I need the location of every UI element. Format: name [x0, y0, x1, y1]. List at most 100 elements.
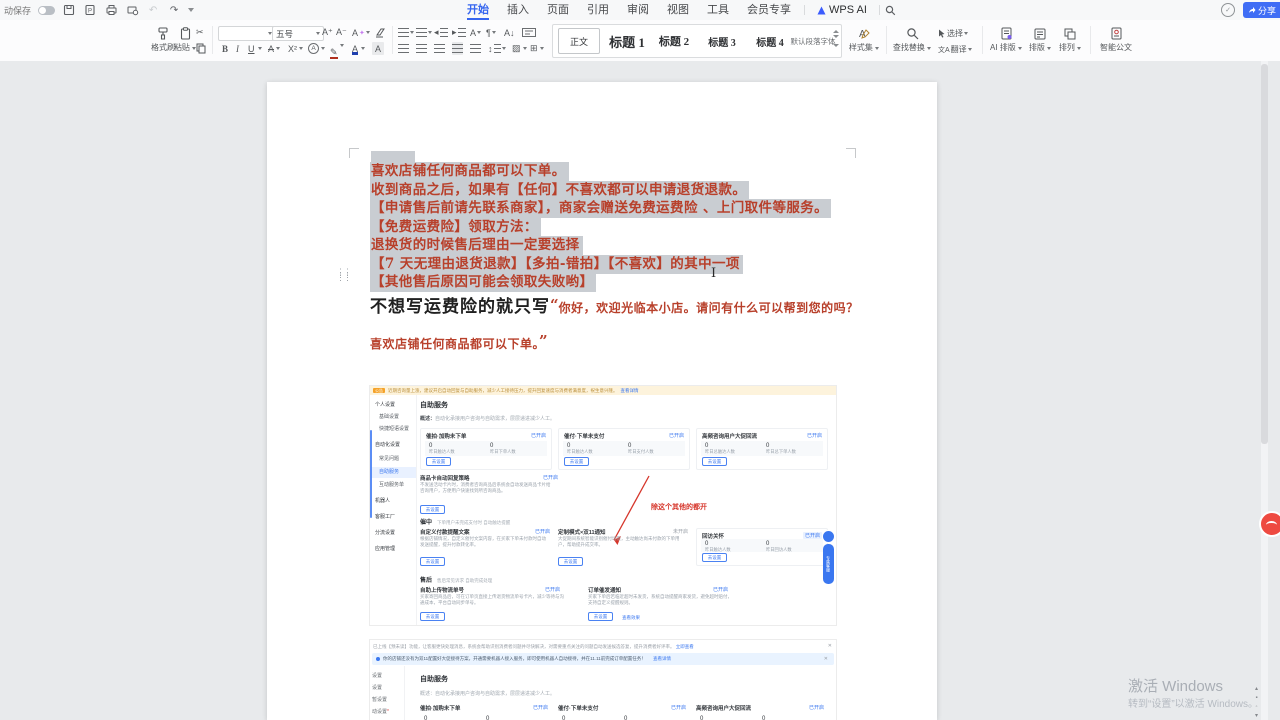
tab-view[interactable]: 视图 — [658, 0, 698, 20]
wps-ai-logo-icon — [817, 6, 826, 15]
tab-wps-ai[interactable]: WPS AI — [809, 4, 875, 16]
promo-float-button[interactable] — [1259, 511, 1280, 537]
scroll-up-icon[interactable]: ▴ — [1255, 686, 1258, 692]
font-size-combobox[interactable]: 五号 — [272, 26, 324, 41]
tab-tools[interactable]: 工具 — [698, 0, 738, 20]
char-shading-icon[interactable]: A — [372, 42, 384, 55]
selected-text-line: 【申请售后前请先联系商家】，商家会赠送免费运费险 、上门取件等服务。 — [370, 200, 831, 217]
smart-doc-button[interactable]: 智能公文 — [1096, 24, 1136, 53]
style-heading4[interactable]: 标题 4 — [749, 25, 791, 57]
close-icon: ✕ — [824, 656, 828, 662]
undo-icon[interactable]: ↶ — [146, 3, 160, 17]
card-desc: 买家下单后若临近超时未发货，系统自动提醒商家发货，避免超时赔付，支持自定义提醒规… — [588, 594, 734, 606]
distribute-icon[interactable] — [470, 42, 481, 55]
service-card: 定制模式×双11通知 未开启 大促期间系统智能识别催付场景，主动触达尚未付款的下… — [558, 528, 688, 566]
align-right-icon[interactable] — [434, 42, 445, 55]
quick-access-chevron-icon[interactable] — [188, 8, 194, 12]
numbered-list-icon[interactable] — [416, 26, 432, 39]
arrange-button[interactable]: 排列 — [1056, 24, 1084, 53]
share-button[interactable]: 分享 — [1243, 2, 1280, 18]
tab-home[interactable]: 开始 — [458, 0, 498, 20]
justify-icon[interactable] — [452, 42, 463, 55]
print-icon[interactable] — [104, 3, 118, 17]
font-name-combobox[interactable] — [218, 26, 276, 41]
borders-icon[interactable]: ⊞ — [530, 42, 544, 55]
arrange-icon — [1056, 24, 1084, 40]
align-left-icon[interactable] — [398, 42, 409, 55]
card-setup-button: 去设置 — [702, 457, 727, 466]
char-spacing-icon[interactable]: A — [470, 26, 481, 39]
card-title: 订单催发通知 — [588, 586, 621, 594]
embedded-screenshot-admin-2[interactable]: 已上线【预未读】功能，让客服更快处理消息，系统会帮助识别消费者问题并尽快解决，对… — [370, 640, 836, 720]
admin-sidebar-item: 自动化设置 — [370, 440, 416, 451]
paragraph-mark-icon[interactable]: ¶ — [486, 26, 496, 39]
cut-icon[interactable]: ✂ — [196, 26, 204, 39]
select-button[interactable]: 选择 — [938, 27, 968, 40]
style-set-icon: A — [848, 24, 880, 40]
text-direction-icon[interactable] — [522, 26, 536, 39]
scroll-down-icon[interactable]: ▾ — [1255, 713, 1258, 719]
card-status-link: 已开启 — [533, 704, 548, 711]
shading-icon[interactable]: ▨ — [512, 42, 527, 55]
card-setup-button: 去设置 — [420, 557, 445, 566]
tab-insert[interactable]: 插入 — [498, 0, 538, 20]
export-pdf-icon[interactable]: P — [83, 3, 97, 17]
vertical-scrollbar-thumb[interactable] — [1261, 64, 1268, 444]
ai-layout-button[interactable]: AI 排版 — [988, 24, 1024, 53]
clear-format-icon[interactable] — [374, 26, 385, 39]
style-heading3[interactable]: 标题 3 — [701, 25, 743, 57]
style-heading1[interactable]: 标题 1 — [605, 25, 649, 57]
admin-sidebar-item-selected: 自助服务 — [370, 467, 416, 478]
save-icon[interactable] — [62, 3, 76, 17]
autosave-toggle[interactable] — [38, 6, 55, 15]
info-dot-icon — [376, 657, 380, 661]
tab-page[interactable]: 页面 — [538, 0, 578, 20]
style-default-font[interactable]: 默认段落字体 — [791, 25, 835, 57]
info-banner: 你的店铺还没有为双11配置好大促接待方案，开通需要机器人接入服务，即可使用机器人… — [372, 653, 834, 665]
text-effects-icon[interactable]: A✦ — [352, 26, 370, 39]
style-normal[interactable]: 正文 — [558, 28, 600, 54]
find-replace-button[interactable]: 查找替换 — [892, 24, 932, 53]
print-preview-icon[interactable] — [125, 3, 139, 17]
translate-button[interactable]: 文A翻译 — [938, 43, 972, 56]
align-center-icon[interactable] — [416, 42, 427, 55]
superscript-icon[interactable]: X² — [288, 42, 303, 55]
redo-icon[interactable]: ↷ — [167, 3, 181, 17]
underline-icon[interactable]: U — [248, 42, 262, 55]
enclosed-char-icon[interactable]: A — [308, 42, 325, 55]
embedded-screenshot-admin[interactable]: 公告 近期咨询量上涨，建议开启自动回复与自助服务，减少人工接待压力，提升回复速度… — [370, 386, 836, 625]
card-setup-button: 去设置 — [426, 457, 451, 466]
italic-icon[interactable]: I — [236, 42, 239, 55]
layout-button[interactable]: 排版 — [1026, 24, 1054, 53]
line-spacing-icon[interactable]: ↕ — [488, 42, 506, 55]
card-title: 催拍·加购未下单 — [426, 432, 466, 440]
highlight-color-icon[interactable]: ✎ — [330, 47, 344, 60]
bullet-list-icon[interactable] — [398, 26, 414, 39]
bold-icon[interactable]: B — [222, 42, 228, 55]
tab-reference[interactable]: 引用 — [578, 0, 618, 20]
decrease-indent-icon[interactable]: ◂ — [434, 26, 448, 39]
style-heading2[interactable]: 标题 2 — [653, 25, 695, 57]
service-card: 催拍·加购未下单 已开启 0昨日触达人数0昨日下单人数 去设置 — [420, 428, 552, 470]
decrease-font-icon[interactable]: A⁻ — [336, 26, 347, 39]
document-page[interactable]: 喜欢店铺任何商品都可以下单。 收到商品之后，如果有【任何】不喜欢都可以申请退货退… — [267, 82, 937, 720]
annotation-text: 除这个其他的都开 — [651, 502, 707, 512]
tab-member[interactable]: 会员专享 — [738, 0, 800, 20]
tab-review[interactable]: 审阅 — [618, 0, 658, 20]
copy-icon[interactable] — [196, 42, 206, 55]
search-icon[interactable] — [884, 3, 898, 17]
style-gallery-scroll[interactable] — [833, 30, 839, 47]
close-icon: ✕ — [828, 643, 832, 649]
strikethrough-icon[interactable]: A — [268, 42, 280, 55]
sort-icon[interactable]: A↓ — [504, 26, 515, 39]
increase-font-icon[interactable]: A⁺ — [322, 26, 333, 39]
paragraph: 喜欢店铺任何商品都可以下单。” — [370, 332, 548, 353]
style-set-button[interactable]: A 样式集 — [848, 24, 880, 53]
notice-text: 近期咨询量上涨，建议开启自动回复与自助服务，减少人工接待压力，提升回复速度与消费… — [388, 388, 618, 394]
paragraph-drag-handle[interactable]: ⋮⋮⋮⋮ — [336, 270, 350, 280]
admin-overview: 概述：自动化承接用户咨询与自助需求，层层递进减少人工。 — [420, 690, 555, 697]
increase-indent-icon[interactable]: ▸ — [452, 26, 466, 39]
admin-sidebar-item: 动设置* — [372, 708, 389, 715]
font-color-icon[interactable]: A — [352, 42, 365, 55]
ribbon: 格式刷 粘贴 ✂ 五号 A⁺ A⁻ A✦ B I U A X² A ✎ A A … — [0, 20, 1280, 62]
